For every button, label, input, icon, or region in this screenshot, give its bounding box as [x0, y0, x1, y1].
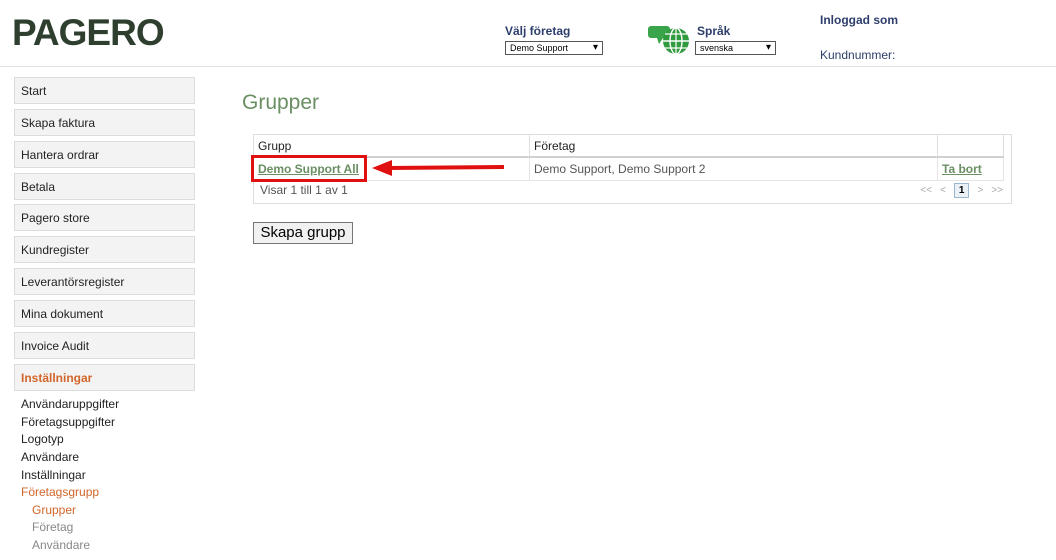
pager-next-button[interactable]: > — [977, 185, 983, 196]
annotation-arrow-icon — [372, 160, 506, 181]
create-group-button[interactable]: Skapa grupp — [253, 222, 353, 244]
company-label: Välj företag — [505, 24, 571, 38]
language-label: Språk — [697, 24, 731, 38]
table-pager: << < 1 > >> — [920, 183, 1003, 198]
pager-prev-button[interactable]: < — [940, 185, 946, 196]
sub-item-company-group[interactable]: Företagsgrupp — [21, 485, 99, 499]
nav-item-invoice-audit[interactable]: Invoice Audit — [14, 332, 195, 359]
sub2-item-users[interactable]: Användare — [32, 538, 90, 552]
annotation-highlight-box — [251, 155, 367, 182]
company-select[interactable]: Demo Support ▾ — [505, 41, 603, 55]
sub-item-user-details[interactable]: Användaruppgifter — [21, 397, 119, 411]
customer-number-label: Kundnummer: — [820, 48, 896, 62]
nav-item-settings[interactable]: Inställningar — [14, 364, 195, 391]
nav-item-pagero-store[interactable]: Pagero store — [14, 204, 195, 231]
delete-link[interactable]: Ta bort — [942, 162, 982, 176]
nav-item-manage-orders[interactable]: Hantera ordrar — [14, 141, 195, 168]
sub2-item-groups[interactable]: Grupper — [32, 503, 76, 517]
pager-last-button[interactable]: >> — [991, 185, 1003, 196]
language-globe-icon — [647, 24, 691, 56]
language-select-value: svenska — [700, 43, 734, 53]
sub-item-company-details[interactable]: Företagsuppgifter — [21, 415, 115, 429]
company-select-value: Demo Support — [510, 43, 569, 53]
page-title: Grupper — [242, 91, 320, 114]
nav-item-start[interactable]: Start — [14, 77, 195, 104]
sub-item-settings[interactable]: Inställningar — [21, 468, 86, 482]
chevron-down-icon: ▾ — [765, 42, 771, 53]
table-record-count: Visar 1 till 1 av 1 — [260, 183, 348, 197]
nav-item-customer-register[interactable]: Kundregister — [14, 236, 195, 263]
language-select[interactable]: svenska ▾ — [695, 41, 776, 55]
logged-in-label: Inloggad som — [820, 13, 898, 27]
sub2-item-companies[interactable]: Företag — [32, 520, 73, 534]
pager-current-page[interactable]: 1 — [953, 183, 970, 198]
nav-item-pay[interactable]: Betala — [14, 173, 195, 200]
pager-first-button[interactable]: << — [920, 185, 932, 196]
nav-item-supplier-register[interactable]: Leverantörsregister — [14, 268, 195, 295]
nav-item-my-documents[interactable]: Mina dokument — [14, 300, 195, 327]
table-row-action-cell: Ta bort — [938, 158, 1004, 181]
nav-item-create-invoice[interactable]: Skapa faktura — [14, 109, 195, 136]
column-header-company[interactable]: Företag — [530, 135, 938, 158]
header-divider — [0, 66, 1056, 67]
sub-item-logo[interactable]: Logotyp — [21, 432, 64, 446]
chevron-down-icon: ▾ — [592, 42, 598, 53]
column-header-action — [938, 135, 1004, 158]
sub-item-users[interactable]: Användare — [21, 450, 79, 464]
pagero-logo[interactable]: PAGERO — [12, 12, 165, 54]
table-row-company-cell: Demo Support, Demo Support 2 — [530, 158, 938, 181]
